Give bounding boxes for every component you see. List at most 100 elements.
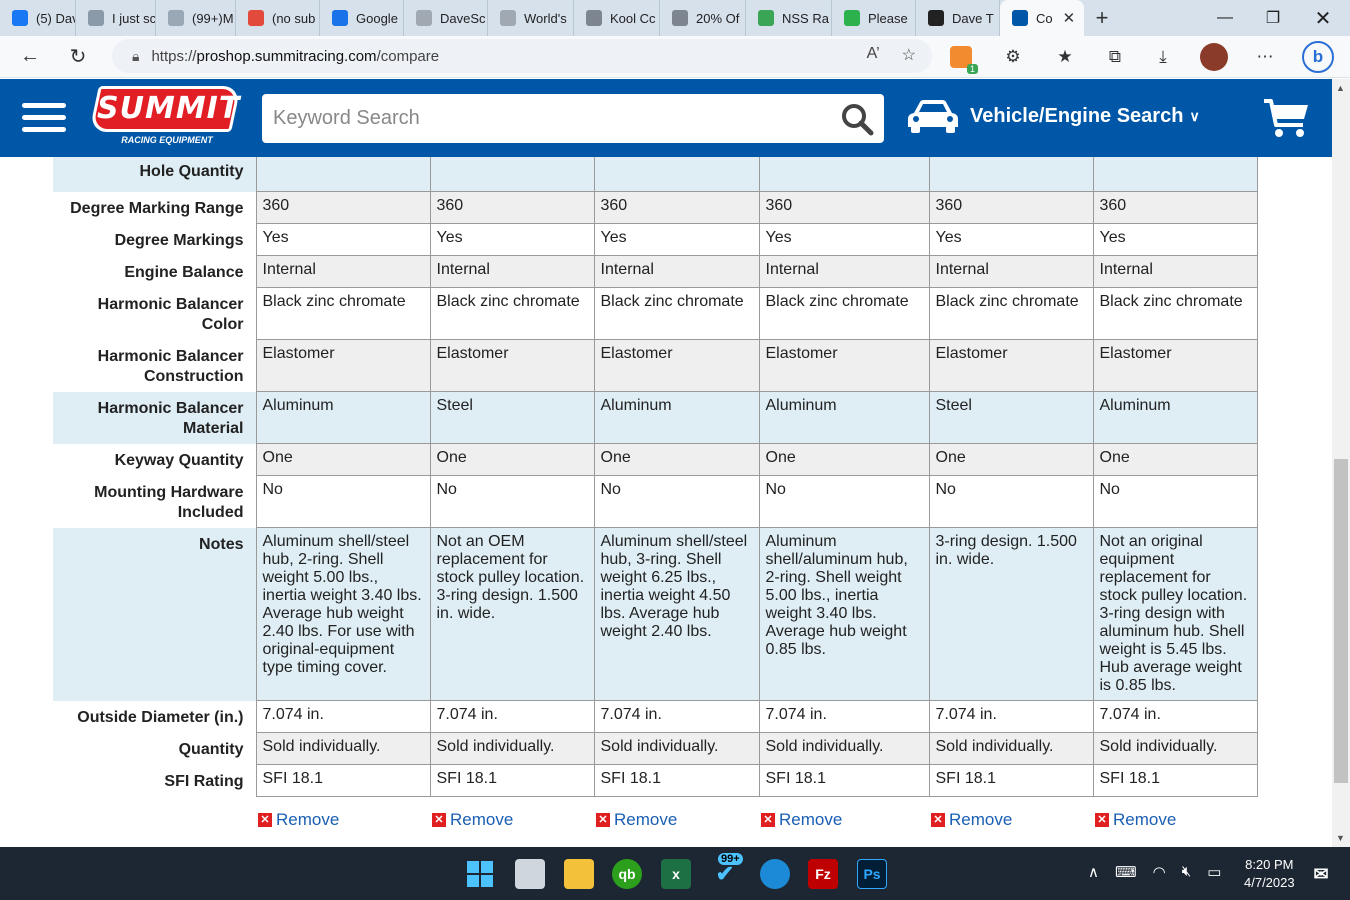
- summit-logo[interactable]: SUMMIT RACING EQUIPMENT: [89, 86, 241, 148]
- browser-tab[interactable]: I just sc: [76, 0, 156, 36]
- profile-avatar[interactable]: [1200, 43, 1228, 71]
- browser-tab[interactable]: (5) Dav: [0, 0, 76, 36]
- windows-taskbar: qb x ✔ 99+ Fz Ps ∧ ⌨ ◠ 🔇︎ ▭ 8:20 PM 4/7/…: [0, 847, 1350, 900]
- spec-value: 7.074 in.: [758, 700, 930, 733]
- hamburger-menu-icon[interactable]: [22, 103, 66, 135]
- todo-badge: 99+: [718, 853, 743, 865]
- extension-icon[interactable]: 1: [950, 46, 978, 74]
- table-row: Mounting Hardware Included No No No No No No: [53, 475, 1258, 528]
- spec-value: Sold individually.: [255, 732, 431, 765]
- collections-icon[interactable]: ⧉: [1100, 42, 1130, 72]
- table-row: SFI Rating SFI 18.1 SFI 18.1 SFI 18.1 SFI 18…: [53, 764, 1258, 797]
- refresh-button[interactable]: ↻: [58, 37, 98, 77]
- spec-value: Sold individually.: [1092, 732, 1258, 765]
- browser-tab[interactable]: World's: [488, 0, 574, 36]
- tab-title: 20% Of: [696, 10, 740, 26]
- quickbooks-icon[interactable]: qb: [612, 859, 642, 889]
- scroll-down-arrow-icon[interactable]: ▼: [1336, 833, 1345, 843]
- remove-link[interactable]: ✕ Remove: [258, 810, 339, 830]
- browser-tab[interactable]: (no sub: [236, 0, 320, 36]
- spec-value: 3-ring design. 1.500 in. wide.: [928, 527, 1094, 701]
- remove-link[interactable]: ✕ Remove: [432, 810, 513, 830]
- excel-icon[interactable]: x: [661, 859, 691, 889]
- chevron-up-icon[interactable]: ∧: [1088, 863, 1099, 881]
- back-button[interactable]: ←: [10, 37, 50, 77]
- close-window-button[interactable]: ✕: [1298, 0, 1348, 36]
- remove-x-icon: ✕: [931, 813, 945, 827]
- close-tab-icon[interactable]: ✕: [1063, 9, 1076, 27]
- todo-icon[interactable]: ✔ 99+: [710, 853, 743, 889]
- task-view-icon[interactable]: [515, 859, 545, 889]
- vehicle-engine-search-button[interactable]: Vehicle/Engine Search ∨: [906, 97, 1200, 135]
- minimize-button[interactable]: —: [1200, 0, 1250, 36]
- browser-tab[interactable]: 20% Of: [660, 0, 746, 36]
- spec-value: Sold individually.: [593, 732, 760, 765]
- scrollbar-thumb[interactable]: [1334, 459, 1348, 783]
- search-icon[interactable]: [840, 102, 874, 136]
- remove-label: Remove: [450, 810, 514, 829]
- remove-x-icon: ✕: [432, 813, 446, 827]
- edge-icon[interactable]: [760, 859, 790, 889]
- browser-tab[interactable]: Dave T: [916, 0, 1000, 36]
- address-bar[interactable]: 🔒︎ https://proshop.summitracing.com/comp…: [112, 39, 932, 73]
- notification-icon[interactable]: ✉: [1306, 859, 1336, 889]
- spec-value: Elastomer: [928, 339, 1094, 392]
- favorites-icon[interactable]: ★: [1050, 42, 1080, 72]
- spec-value: 7.074 in.: [429, 700, 595, 733]
- spec-value: One: [255, 443, 431, 476]
- read-aloud-icon[interactable]: A’: [867, 45, 880, 65]
- file-explorer-icon[interactable]: [564, 859, 594, 889]
- browser-tab[interactable]: NSS Ra: [746, 0, 832, 36]
- browser-tab[interactable]: Kool Cc: [574, 0, 660, 36]
- remove-link[interactable]: ✕ Remove: [1095, 810, 1176, 830]
- tab-title: (5) Dav: [36, 10, 76, 26]
- browser-tab[interactable]: Please: [832, 0, 916, 36]
- keyword-search-input[interactable]: [262, 107, 822, 130]
- spec-value: One: [593, 443, 760, 476]
- more-options-icon[interactable]: ⋯: [1250, 42, 1280, 72]
- tab-title: Google: [356, 10, 398, 26]
- spec-value: 360: [758, 191, 930, 224]
- keyboard-icon[interactable]: ⌨: [1115, 863, 1137, 881]
- maximize-button[interactable]: ❐: [1248, 0, 1298, 36]
- battery-icon[interactable]: ▭: [1207, 863, 1221, 881]
- spec-value: Yes: [758, 223, 930, 256]
- download-icon[interactable]: ⤓: [1148, 42, 1178, 72]
- scroll-up-arrow-icon[interactable]: ▲: [1336, 83, 1345, 93]
- filezilla-icon[interactable]: Fz: [808, 859, 838, 889]
- new-tab-button[interactable]: +: [1084, 0, 1120, 36]
- spec-value: Yes: [255, 223, 431, 256]
- spec-value: 360: [593, 191, 760, 224]
- remove-label: Remove: [276, 810, 340, 829]
- spec-value: Yes: [593, 223, 760, 256]
- extensions-puzzle-icon[interactable]: ⚙: [998, 42, 1028, 72]
- browser-tab[interactable]: Google: [320, 0, 404, 36]
- remove-link[interactable]: ✕ Remove: [931, 810, 1012, 830]
- spec-label: Keyway Quantity: [53, 443, 256, 476]
- start-icon[interactable]: [465, 859, 495, 889]
- clock[interactable]: 8:20 PM 4/7/2023: [1244, 856, 1295, 892]
- spec-value: [1092, 157, 1258, 192]
- page-scrollbar[interactable]: ▲ ▼: [1332, 79, 1350, 847]
- bing-icon[interactable]: b: [1302, 41, 1334, 73]
- browser-tab[interactable]: Co ✕: [1000, 0, 1084, 36]
- spec-label: Mounting Hardware Included: [53, 475, 256, 528]
- favorite-add-icon[interactable]: ☆: [902, 45, 916, 65]
- spec-value: Internal: [1092, 255, 1258, 288]
- spec-value: Yes: [429, 223, 595, 256]
- remove-link[interactable]: ✕ Remove: [596, 810, 677, 830]
- spec-value: Black zinc chromate: [593, 287, 760, 340]
- clock-time: 8:20 PM: [1245, 857, 1294, 872]
- shopping-cart-icon[interactable]: [1262, 97, 1310, 139]
- browser-tab[interactable]: DaveSc: [404, 0, 488, 36]
- table-row: Harmonic Balancer Color Black zinc chroma…: [53, 287, 1258, 340]
- spec-value: 360: [1092, 191, 1258, 224]
- remove-x-icon: ✕: [258, 813, 272, 827]
- wifi-icon[interactable]: ◠: [1153, 863, 1166, 881]
- volume-muted-icon[interactable]: 🔇︎: [1182, 863, 1191, 881]
- table-row: Notes Aluminum shell/steel hub, 2-ring. S…: [53, 527, 1258, 701]
- photoshop-icon[interactable]: Ps: [857, 859, 887, 889]
- spec-value: 7.074 in.: [593, 700, 760, 733]
- browser-tab[interactable]: (99+)M: [156, 0, 236, 36]
- remove-link[interactable]: ✕ Remove: [761, 810, 842, 830]
